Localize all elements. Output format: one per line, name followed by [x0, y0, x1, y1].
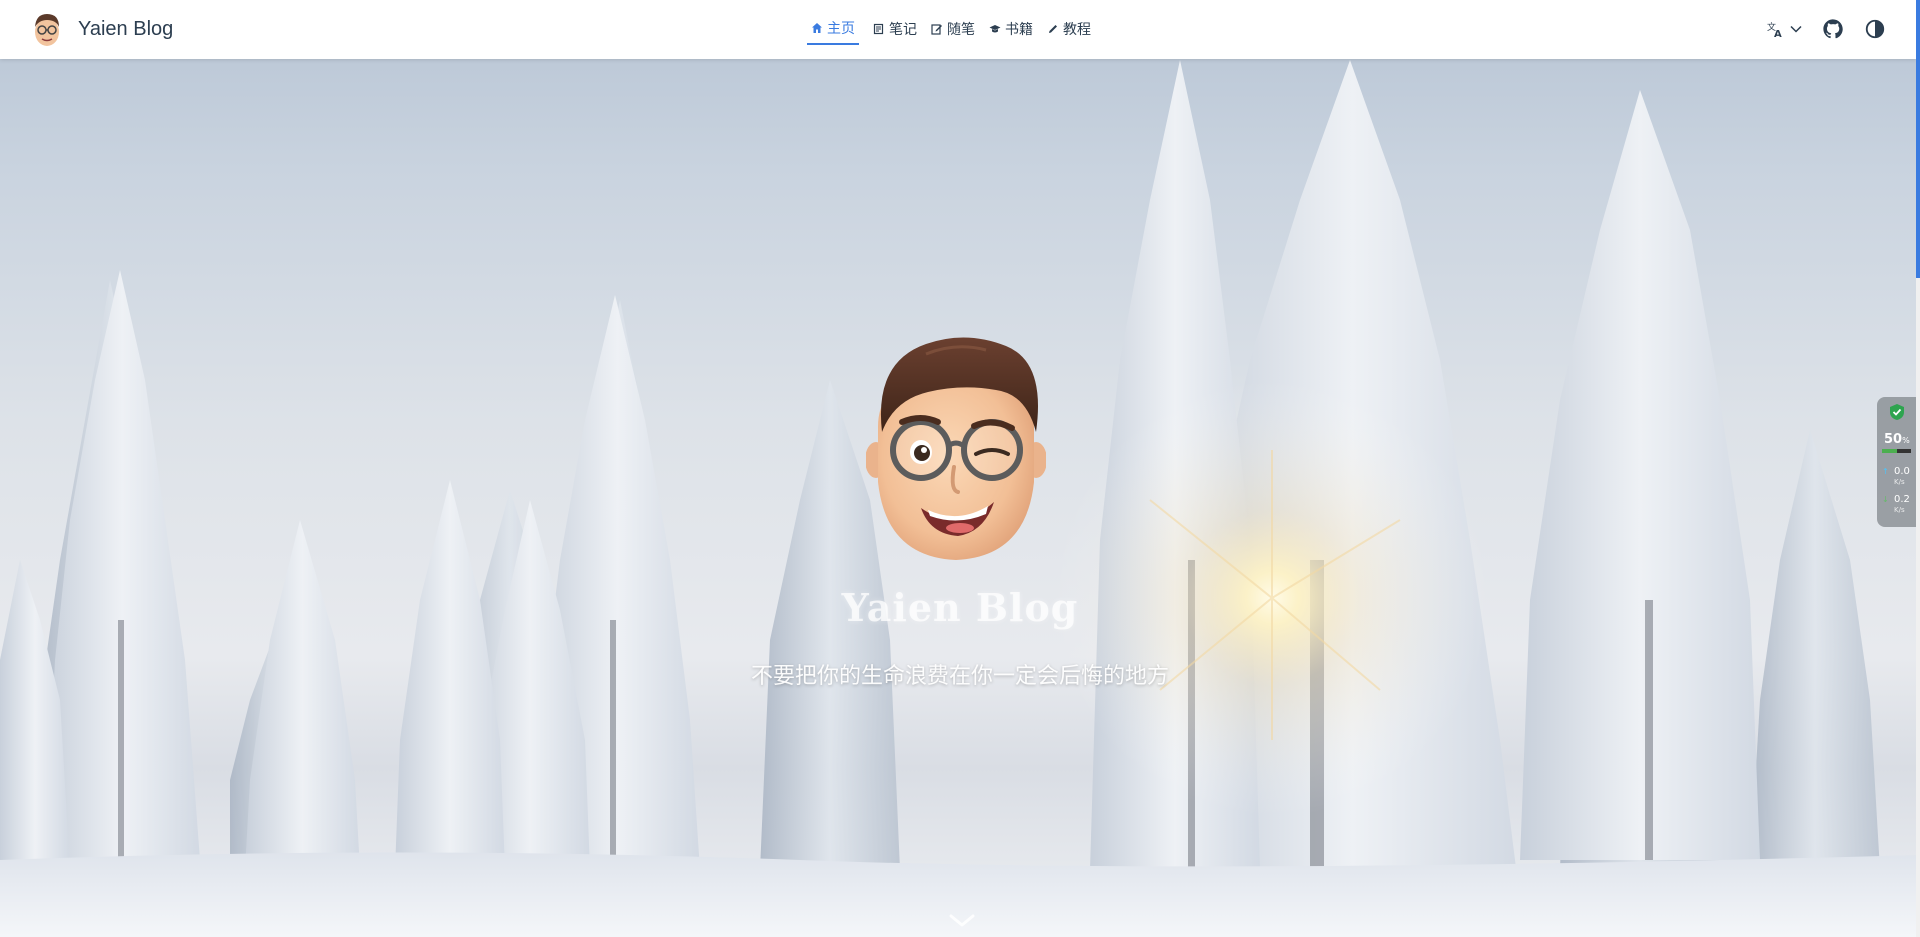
- hero-subtitle: 不要把你的生命浪费在你一定会后悔的地方: [750, 664, 1169, 689]
- cpu-usage-bar: [1882, 449, 1911, 453]
- nav-item-label: 书籍: [1005, 21, 1033, 38]
- notes-icon: [873, 23, 884, 34]
- nav-actions: 文 A: [1766, 18, 1886, 40]
- download-speed: 0.2 K/s: [1894, 495, 1910, 515]
- upload-speed: 0.0 K/s: [1894, 467, 1910, 487]
- edit-icon: [931, 23, 942, 35]
- nav-item-label: 主页: [827, 21, 855, 37]
- chevron-down-icon: [1790, 25, 1802, 33]
- cpu-usage-value: 50: [1884, 432, 1903, 447]
- svg-text:A: A: [1774, 29, 1782, 38]
- nav-item-essays[interactable]: 随笔: [931, 19, 975, 45]
- github-icon[interactable]: [1822, 18, 1844, 40]
- memoji-winking-avatar: [866, 337, 1046, 560]
- brand-link[interactable]: Yaien Blog: [30, 11, 173, 47]
- download-speed-unit: K/s: [1894, 506, 1905, 514]
- cpu-usage: 50%: [1884, 432, 1910, 447]
- cpu-usage-unit: %: [1902, 436, 1910, 445]
- scroll-down-chevron-icon[interactable]: [948, 912, 976, 930]
- main-nav: 主页 笔记 随笔 书籍 教程: [807, 18, 1091, 45]
- graduation-cap-icon: [989, 24, 1001, 32]
- download-arrow-icon: ↓: [1882, 495, 1889, 504]
- nav-item-tutorials[interactable]: 教程: [1047, 19, 1091, 45]
- system-monitor-widget[interactable]: 50% ↑ 0.0 K/s ↓ 0.2 K/s: [1877, 397, 1916, 527]
- home-icon: [812, 23, 822, 33]
- nav-item-notes[interactable]: 笔记: [873, 19, 917, 45]
- pencil-icon: [1049, 24, 1057, 33]
- cpu-usage-bar-fill: [1882, 449, 1897, 453]
- language-switch[interactable]: 文 A: [1766, 20, 1802, 38]
- upload-arrow-icon: ↑: [1882, 467, 1889, 476]
- translate-icon: 文 A: [1767, 21, 1782, 38]
- navbar: Yaien Blog 主页 笔记 随笔 书籍 教程 文 A: [0, 0, 1916, 59]
- scrollbar-thumb[interactable]: [1916, 0, 1920, 278]
- brand-title: Yaien Blog: [78, 17, 174, 40]
- upload-speed-value: 0.0: [1894, 466, 1910, 477]
- shield-check-icon: [1890, 404, 1904, 420]
- nav-item-home[interactable]: 主页: [807, 18, 859, 45]
- nav-item-label: 随笔: [947, 21, 975, 38]
- download-speed-value: 0.2: [1894, 494, 1910, 505]
- upload-speed-unit: K/s: [1894, 478, 1905, 486]
- nav-item-label: 笔记: [889, 21, 917, 38]
- hero-title: Yaien Blog: [841, 585, 1079, 630]
- nav-item-label: 教程: [1063, 21, 1091, 38]
- theme-toggle-icon[interactable]: [1864, 18, 1886, 40]
- memoji-avatar-icon: [35, 14, 59, 46]
- nav-item-books[interactable]: 书籍: [989, 19, 1033, 45]
